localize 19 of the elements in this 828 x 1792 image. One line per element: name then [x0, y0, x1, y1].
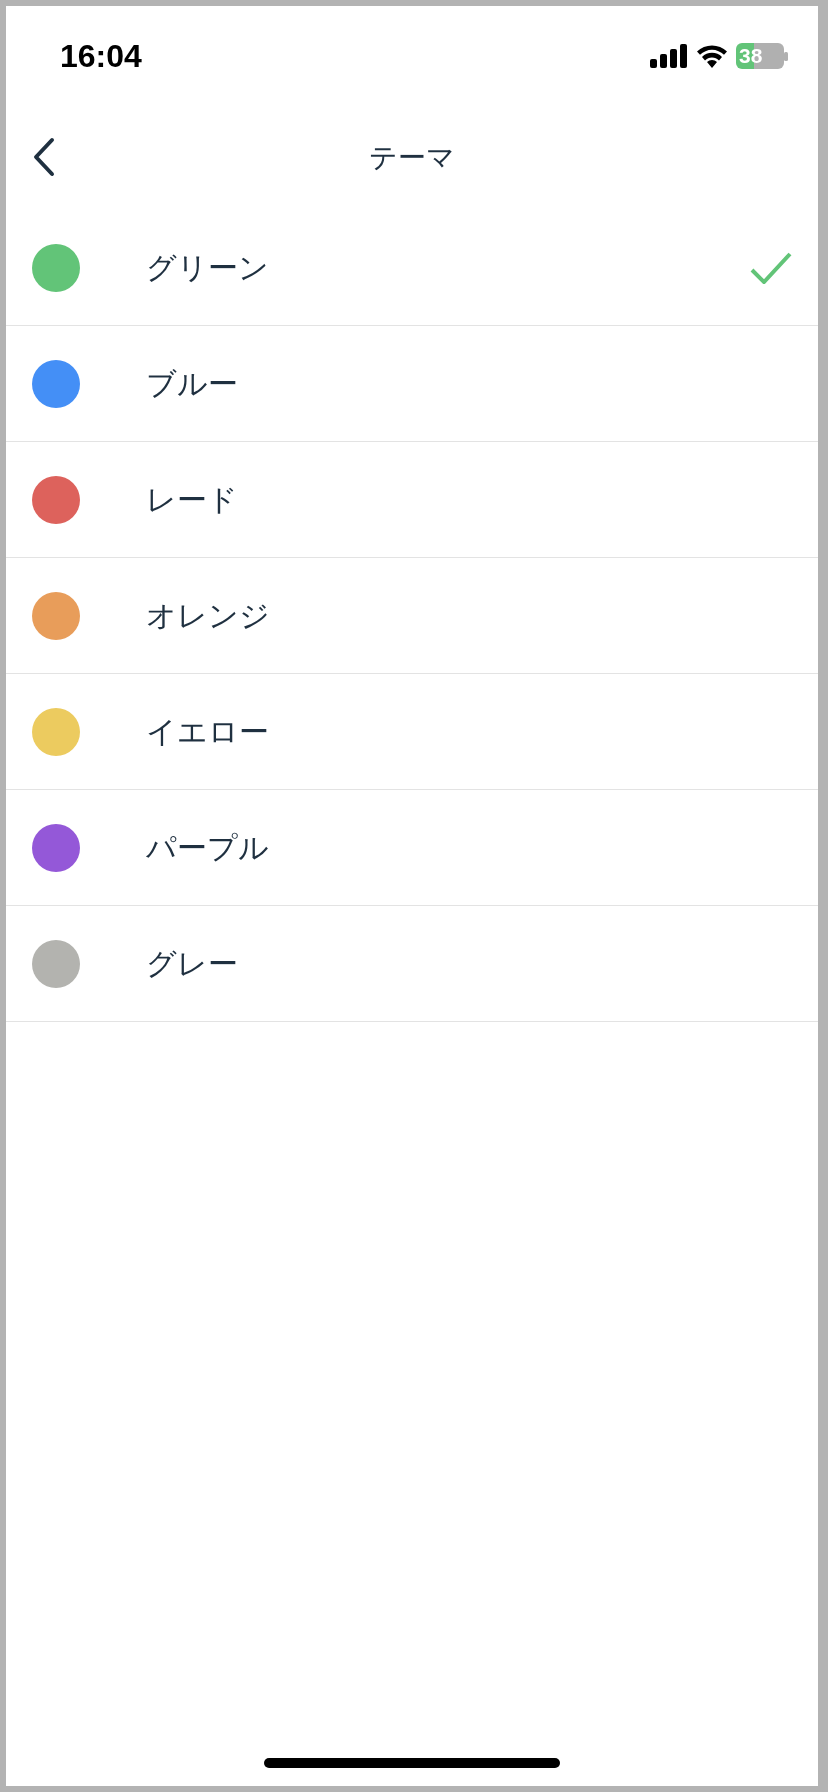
theme-row[interactable]: グリーン [6, 210, 818, 326]
theme-row[interactable]: パープル [6, 790, 818, 906]
theme-row[interactable]: オレンジ [6, 558, 818, 674]
theme-label: グリーン [146, 249, 270, 287]
theme-row[interactable]: レード [6, 442, 818, 558]
signal-icon [650, 44, 688, 68]
theme-row[interactable]: イエロー [6, 674, 818, 790]
theme-label: パープル [146, 829, 270, 867]
wifi-icon [696, 44, 728, 68]
theme-row[interactable]: ブルー [6, 326, 818, 442]
theme-label: ブルー [146, 365, 239, 403]
page-title: テーマ [369, 140, 455, 176]
theme-label: イエロー [146, 713, 270, 751]
theme-label: レード [146, 481, 239, 519]
checkmark-icon [750, 251, 792, 284]
theme-label: グレー [146, 945, 239, 983]
status-time: 16:04 [60, 37, 142, 76]
theme-label: オレンジ [146, 597, 271, 635]
theme-row[interactable]: グレー [6, 906, 818, 1022]
